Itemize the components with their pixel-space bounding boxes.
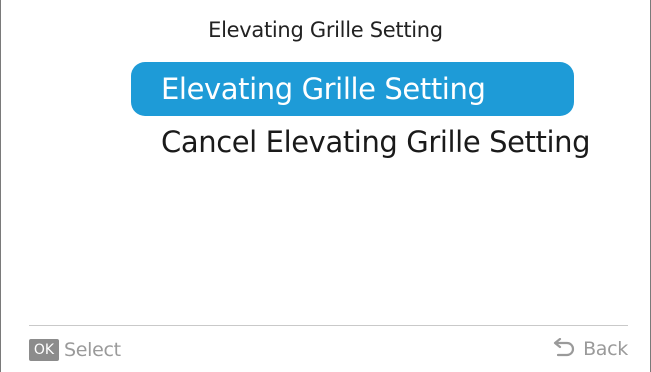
ok-key-icon: OK [29, 339, 59, 361]
back-arrow-icon [553, 338, 575, 357]
select-hint: OK Select [29, 338, 121, 362]
menu-item-cancel-elevating-grille-setting[interactable]: Cancel Elevating Grille Setting [131, 118, 611, 166]
menu-item-elevating-grille-setting[interactable]: Elevating Grille Setting [131, 62, 574, 116]
back-label: Back [583, 338, 628, 360]
settings-screen: Elevating Grille Setting Elevating Grill… [0, 0, 651, 372]
footer-divider [29, 325, 628, 326]
select-label: Select [64, 339, 121, 361]
back-button[interactable]: Back [550, 336, 628, 362]
page-title: Elevating Grille Setting [208, 18, 443, 42]
